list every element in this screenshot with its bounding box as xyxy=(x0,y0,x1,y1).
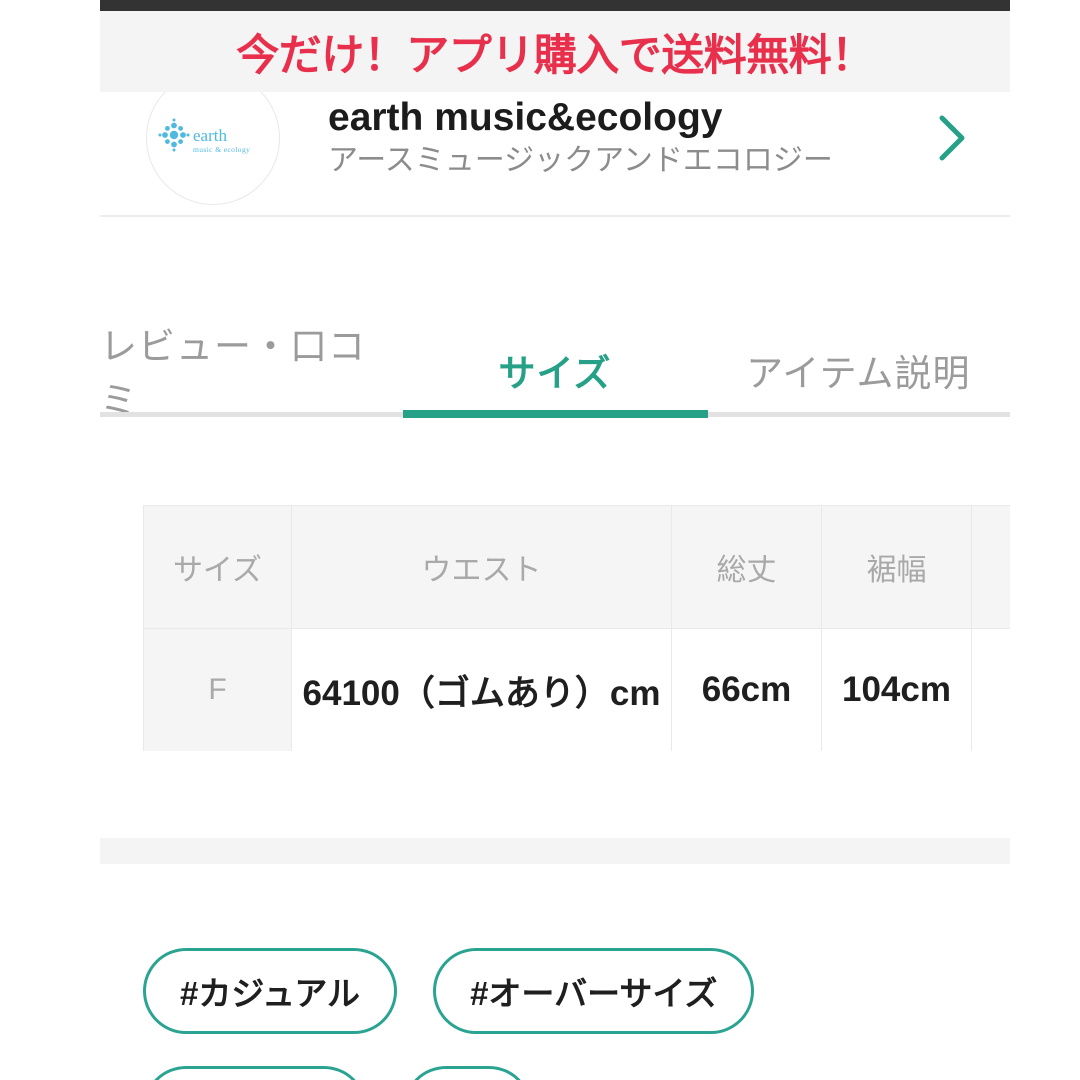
section-separator-band xyxy=(100,838,1010,864)
header-hem-width: 裾幅 xyxy=(821,505,972,629)
tab-reviews[interactable]: レビュー・口コミ xyxy=(100,320,403,421)
size-table-scroll-area[interactable]: サイズ ウエスト 総丈 裾幅 F 64100（ゴムあり）cm 66cm 104c… xyxy=(143,505,1010,751)
brand-name-japanese: アースミュージックアンドエコロジー xyxy=(328,144,833,178)
header-waist: ウエスト xyxy=(291,505,672,629)
promo-banner[interactable]: 今だけ！アプリ購入で送料無料！ xyxy=(100,11,1010,92)
cell-total-length: 66cm xyxy=(671,628,822,751)
cell-waist: 64100（ゴムあり）cm xyxy=(291,628,672,751)
list-item[interactable]: #きれいめ xyxy=(143,1066,368,1080)
table-row: F 64100（ゴムあり）cm 66cm 104cm xyxy=(143,628,1010,751)
svg-text:music & ecology: music & ecology xyxy=(193,145,250,154)
promo-banner-text: 今だけ！アプリ購入で送料無料！ xyxy=(236,31,874,80)
brand-text-block: earth music&ecology アースミュージックアンドエコロジー xyxy=(328,95,912,178)
page-content: earth music & ecology earth music&ecolog… xyxy=(100,0,1010,1080)
list-item[interactable]: #オーバーサイズ xyxy=(433,948,755,1034)
cell-extra xyxy=(971,628,1010,751)
product-detail-screen: earth music & ecology earth music&ecolog… xyxy=(0,0,1080,1080)
chevron-right-icon[interactable] xyxy=(912,98,992,178)
tab-item-description[interactable]: アイテム説明 xyxy=(707,320,1010,420)
tab-size[interactable]: サイズ xyxy=(403,320,706,420)
cell-size: F xyxy=(143,628,292,751)
svg-text:earth: earth xyxy=(193,126,227,145)
earth-music-ecology-logo-icon: earth music & ecology xyxy=(158,118,250,154)
status-bar-strip xyxy=(100,0,1010,11)
brand-name: earth music&ecology xyxy=(328,95,723,139)
header-total-length: 総丈 xyxy=(671,505,822,629)
header-extra xyxy=(971,505,1010,629)
hashtag-list: #カジュアル #オーバーサイズ #きれいめ xyxy=(143,948,1010,1080)
cell-hem-width: 104cm xyxy=(821,628,972,751)
detail-tabs: レビュー・口コミ サイズ アイテム説明 xyxy=(100,320,1010,421)
header-size: サイズ xyxy=(143,505,292,629)
list-item[interactable]: #カジュアル xyxy=(143,948,398,1034)
brand-section-divider xyxy=(100,215,1010,217)
size-table: サイズ ウエスト 総丈 裾幅 F 64100（ゴムあり）cm 66cm 104c… xyxy=(143,505,1010,751)
active-tab-indicator xyxy=(403,410,708,418)
list-item[interactable] xyxy=(403,1066,533,1080)
size-table-header-row: サイズ ウエスト 総丈 裾幅 xyxy=(143,505,1010,629)
